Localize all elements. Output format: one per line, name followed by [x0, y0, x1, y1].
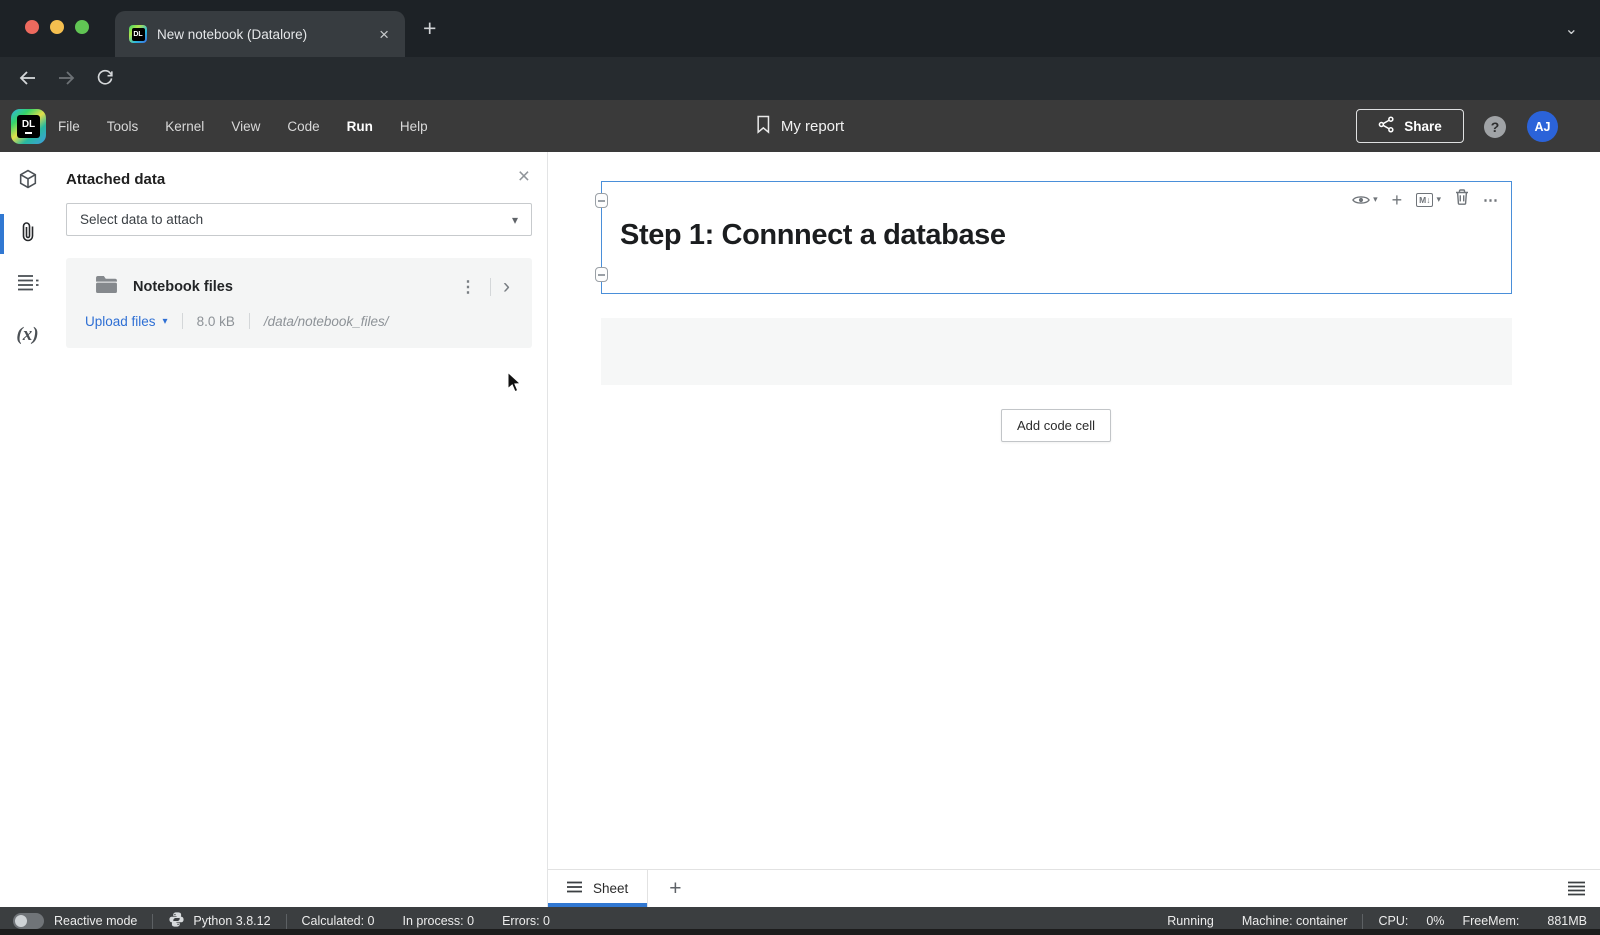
- share-button[interactable]: Share: [1356, 109, 1464, 143]
- kernel-status: Running: [1167, 914, 1214, 928]
- menu-run[interactable]: Run: [347, 119, 373, 134]
- cpu-label: CPU:: [1378, 914, 1408, 928]
- datalore-browser-window: DL New notebook (Datalore) × + ⌄ datalor…: [0, 0, 1600, 935]
- add-sheet-button[interactable]: +: [669, 877, 681, 901]
- forward-button[interactable]: [56, 68, 76, 93]
- in-process-count: In process: 0: [403, 914, 475, 928]
- select-data-placeholder: Select data to attach: [80, 212, 203, 227]
- machine-label: Machine: container: [1242, 914, 1348, 928]
- attached-data-icon[interactable]: [0, 220, 55, 244]
- left-icon-rail: (x): [0, 152, 55, 907]
- add-cell-icon[interactable]: +: [1392, 192, 1403, 208]
- macos-traffic-lights: [25, 20, 89, 34]
- card-kebab-menu-icon[interactable]: ⋮: [452, 277, 484, 297]
- datalore-logo[interactable]: DL: [11, 109, 46, 144]
- markdown-cell-selected[interactable]: Step 1: Connnect a database ▾ + M↓ ▾ ⋯: [601, 181, 1512, 294]
- app-menu-items: File Tools Kernel View Code Run Help: [58, 100, 428, 152]
- folder-icon: [95, 275, 118, 299]
- sheet-list-icon: [567, 880, 582, 898]
- window-close-button[interactable]: [25, 20, 39, 34]
- window-zoom-button[interactable]: [75, 20, 89, 34]
- files-size: 8.0 kB: [197, 314, 235, 329]
- reload-button[interactable]: [96, 69, 114, 92]
- tab-close-icon[interactable]: ×: [377, 26, 391, 43]
- cell-drag-handle-bottom[interactable]: [595, 267, 608, 282]
- upload-files-link[interactable]: Upload files ▾: [85, 314, 168, 329]
- menu-kernel[interactable]: Kernel: [165, 119, 204, 134]
- tab-search-chevron-icon[interactable]: ⌄: [1565, 19, 1578, 39]
- browser-tab-title: New notebook (Datalore): [157, 27, 377, 42]
- environment-icon[interactable]: [0, 168, 55, 190]
- empty-cell-placeholder[interactable]: [601, 318, 1512, 385]
- notebook-files-card: Notebook files ⋮ › Upload files ▾ 8.0 kB…: [66, 258, 532, 348]
- sheet-tab-label: Sheet: [593, 881, 628, 896]
- user-avatar[interactable]: AJ: [1527, 111, 1558, 142]
- back-button[interactable]: [18, 68, 38, 93]
- datalore-logo-text: DL: [22, 120, 35, 130]
- dropdown-caret-icon: ▾: [512, 213, 518, 227]
- notebook-editor: Step 1: Connnect a database ▾ + M↓ ▾ ⋯ A…: [548, 152, 1600, 869]
- add-code-cell-button[interactable]: Add code cell: [1001, 409, 1111, 442]
- menu-file[interactable]: File: [58, 119, 80, 134]
- table-of-contents-icon[interactable]: [0, 274, 55, 292]
- eye-caret-icon: ▾: [1373, 194, 1378, 205]
- app-menubar: DL File Tools Kernel View Code Run Help …: [0, 100, 1600, 152]
- notebook-files-title: Notebook files: [133, 279, 452, 295]
- cell-type-button[interactable]: M↓ ▾: [1416, 193, 1441, 207]
- share-nodes-icon: [1378, 116, 1395, 136]
- bookmark-icon: [756, 115, 771, 138]
- reactive-mode-label: Reactive mode: [54, 914, 137, 928]
- cell-drag-handle-top[interactable]: [595, 193, 608, 208]
- card-expand-chevron-icon[interactable]: ›: [497, 278, 516, 296]
- cell-toolbar: ▾ + M↓ ▾ ⋯: [1352, 189, 1498, 210]
- sheet-tab-bar: Sheet +: [548, 869, 1600, 907]
- files-path: /data/notebook_files/: [264, 314, 389, 329]
- datalore-favicon-text: DL: [132, 28, 145, 41]
- datalore-favicon: DL: [129, 25, 147, 43]
- new-tab-button[interactable]: +: [423, 17, 436, 39]
- panel-close-icon[interactable]: ×: [518, 165, 530, 189]
- menu-view[interactable]: View: [231, 119, 260, 134]
- panel-title: Attached data: [66, 171, 165, 188]
- attached-data-panel: Attached data × Select data to attach ▾ …: [55, 152, 547, 907]
- mouse-cursor: [507, 372, 524, 399]
- sheet-tab[interactable]: Sheet: [548, 870, 648, 907]
- cell-type-caret-icon: ▾: [1436, 194, 1441, 205]
- python-icon: [168, 911, 185, 931]
- browser-tab-strip: DL New notebook (Datalore) × + ⌄: [0, 0, 1600, 57]
- upload-caret-icon: ▾: [163, 316, 168, 327]
- browser-tab[interactable]: DL New notebook (Datalore) ×: [115, 11, 405, 57]
- python-version[interactable]: Python 3.8.12: [193, 914, 270, 928]
- errors-count: Errors: 0: [502, 914, 550, 928]
- reactive-mode-toggle[interactable]: [13, 913, 44, 929]
- menu-code[interactable]: Code: [287, 119, 319, 134]
- cell-more-actions-icon[interactable]: ⋯: [1483, 191, 1498, 209]
- menu-tools[interactable]: Tools: [107, 119, 139, 134]
- freemem-value: 881MB: [1547, 914, 1587, 928]
- variables-icon[interactable]: (x): [0, 324, 55, 346]
- cell-visibility-button[interactable]: ▾: [1352, 194, 1378, 206]
- markdown-type-icon: M↓: [1416, 193, 1433, 207]
- menu-help[interactable]: Help: [400, 119, 428, 134]
- share-button-label: Share: [1404, 119, 1442, 134]
- calculated-count: Calculated: 0: [302, 914, 375, 928]
- select-data-dropdown[interactable]: Select data to attach ▾: [66, 203, 532, 236]
- help-button[interactable]: ?: [1484, 116, 1506, 138]
- my-report-button[interactable]: My report: [756, 100, 844, 152]
- delete-cell-icon[interactable]: [1455, 189, 1469, 210]
- browser-toolbar: datalore.jetbrains.com/notebook/0k5R4AZg…: [0, 57, 1600, 100]
- freemem-label: FreeMem:: [1462, 914, 1519, 928]
- window-minimize-button[interactable]: [50, 20, 64, 34]
- cell-heading[interactable]: Step 1: Connnect a database: [620, 219, 1006, 252]
- cpu-value: 0%: [1426, 914, 1444, 928]
- window-bottom-edge: [0, 929, 1600, 935]
- sheets-menu-icon[interactable]: [1568, 881, 1585, 901]
- my-report-label: My report: [781, 118, 844, 135]
